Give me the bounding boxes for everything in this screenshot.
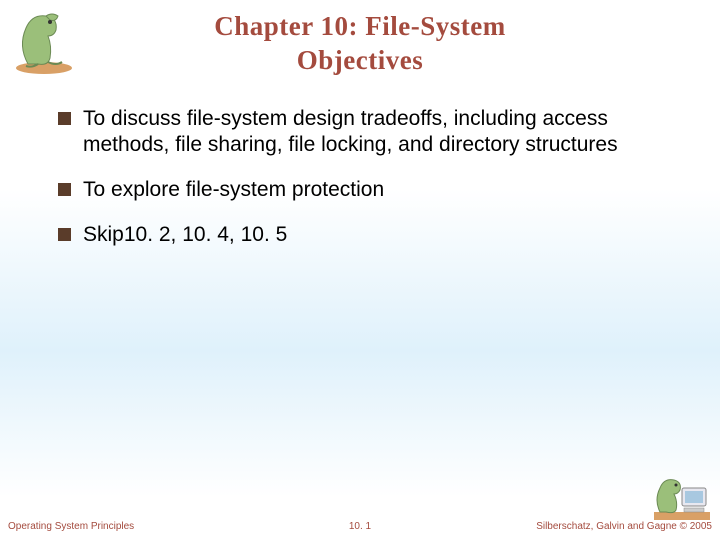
- list-item: Skip10. 2, 10. 4, 10. 5: [58, 222, 670, 249]
- list-item: To discuss file-system design tradeoffs,…: [58, 106, 670, 160]
- slide-footer: Operating System Principles 10. 1 Silber…: [0, 514, 720, 534]
- bullet-list: To discuss file-system design tradeoffs,…: [58, 106, 670, 250]
- dinosaur-logo-top-left: [8, 6, 80, 78]
- slide-title: Chapter 10: File-System Objectives: [0, 0, 720, 78]
- footer-book-title: Operating System Principles: [8, 521, 134, 532]
- bullet-text: Skip10. 2, 10. 4, 10. 5: [83, 222, 670, 249]
- title-line-1: Chapter 10: File-System: [214, 11, 505, 41]
- footer-copyright: Silberschatz, Galvin and Gagne © 2005: [536, 521, 712, 532]
- footer-page-number: 10. 1: [349, 521, 371, 532]
- title-line-2: Objectives: [297, 45, 423, 75]
- bullet-square-icon: [58, 228, 71, 241]
- bullet-square-icon: [58, 112, 71, 125]
- list-item: To explore file-system protection: [58, 177, 670, 204]
- bullet-text: To explore file-system protection: [83, 177, 670, 204]
- bullet-square-icon: [58, 183, 71, 196]
- dinosaur-icon: [8, 6, 80, 78]
- bullet-text: To discuss file-system design tradeoffs,…: [83, 106, 670, 160]
